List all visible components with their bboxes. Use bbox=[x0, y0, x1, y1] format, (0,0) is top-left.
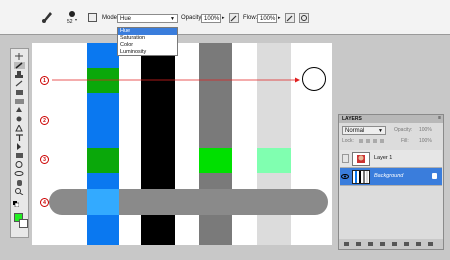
brush-panel-toggle-icon[interactable] bbox=[88, 13, 97, 22]
opacity-label: Opacity: bbox=[181, 15, 204, 21]
toolbox bbox=[10, 48, 29, 238]
fill-label: Fill: bbox=[401, 138, 409, 144]
background-color-swatch[interactable] bbox=[19, 219, 28, 228]
layers-panel: LAYERS ≡ Normal ▼ Opacity: 100% Lock: Fi… bbox=[338, 114, 444, 250]
hand-tool-icon[interactable] bbox=[14, 179, 25, 186]
mode-select-value: Hue bbox=[120, 16, 132, 22]
brush-tool-active-icon[interactable] bbox=[14, 62, 25, 69]
blend-mode-value: Normal bbox=[345, 128, 365, 134]
3d-orbit-icon[interactable] bbox=[14, 170, 25, 177]
gradient-tool-icon[interactable] bbox=[14, 98, 25, 105]
mode-option-hue[interactable]: Hue bbox=[118, 28, 177, 35]
brush-size-value: 52 bbox=[67, 19, 73, 25]
airbrush-icon[interactable] bbox=[285, 13, 295, 23]
zoom-tool-icon[interactable] bbox=[14, 188, 25, 196]
layers-panel-footer bbox=[339, 239, 443, 249]
visibility-toggle[interactable] bbox=[342, 154, 349, 163]
panel-menu-icon[interactable]: ≡ bbox=[438, 115, 441, 121]
blend-chevron-icon: ▼ bbox=[378, 128, 383, 134]
layer-thumbnail bbox=[352, 170, 370, 184]
layer-name: Background bbox=[374, 173, 404, 179]
tablet-pressure-size-icon[interactable] bbox=[299, 13, 309, 23]
mode-option-color[interactable]: Color bbox=[118, 42, 177, 49]
type-tool-icon[interactable] bbox=[14, 134, 25, 141]
blur-tool-icon[interactable] bbox=[14, 107, 25, 114]
flow-label: Flow: bbox=[243, 15, 258, 21]
chevron-down-icon: ▼ bbox=[170, 16, 175, 22]
brush-preset-picker[interactable]: 52 bbox=[66, 10, 78, 28]
shape-tool-icon[interactable] bbox=[14, 152, 25, 159]
step-marker-4: 4 bbox=[40, 198, 49, 207]
default-colors-icon[interactable] bbox=[13, 201, 20, 208]
brush-cursor-circle bbox=[302, 67, 326, 91]
lock-icons[interactable] bbox=[359, 139, 387, 144]
lock-label: Lock: bbox=[342, 138, 354, 144]
3d-rotate-icon[interactable] bbox=[14, 161, 25, 168]
eye-icon[interactable] bbox=[341, 173, 349, 180]
layer-row-background[interactable]: Background bbox=[340, 168, 442, 186]
light-blue-overlap bbox=[87, 189, 119, 215]
fill-value[interactable]: 100% bbox=[419, 137, 432, 146]
move-tool-icon[interactable] bbox=[14, 53, 25, 60]
layers-panel-title[interactable]: LAYERS bbox=[342, 116, 362, 122]
layers-opacity-label: Opacity: bbox=[394, 127, 413, 133]
step-marker-1: 1 bbox=[40, 76, 49, 85]
lock-icon bbox=[432, 173, 437, 179]
opacity-pressure-icon[interactable] bbox=[229, 13, 239, 23]
options-bar: 52 Mode: Hue ▼ Opacity: 100% ▸ Flow: 100… bbox=[0, 0, 450, 35]
flow-input[interactable]: 100% bbox=[257, 14, 277, 23]
eraser-tool-icon[interactable] bbox=[14, 89, 25, 96]
layers-panel-header: LAYERS ≡ bbox=[339, 115, 443, 123]
mode-select[interactable]: Hue ▼ bbox=[117, 14, 178, 23]
flow-value: 100% bbox=[260, 16, 276, 22]
layer-row-layer-1[interactable]: Layer 1 bbox=[340, 150, 442, 168]
opacity-chevron-icon[interactable]: ▸ bbox=[222, 15, 225, 21]
step-marker-2: 2 bbox=[40, 116, 49, 125]
layer-name: Layer 1 bbox=[374, 155, 393, 161]
path-selection-icon[interactable] bbox=[14, 143, 25, 150]
history-brush-icon[interactable] bbox=[14, 80, 25, 87]
flow-chevron-icon[interactable]: ▸ bbox=[278, 15, 281, 21]
blend-mode-select[interactable]: Normal ▼ bbox=[342, 126, 386, 135]
opacity-input[interactable]: 100% bbox=[201, 14, 221, 23]
mode-option-saturation[interactable]: Saturation bbox=[118, 35, 177, 42]
brush-tool-icon[interactable] bbox=[40, 9, 56, 23]
step-marker-3: 3 bbox=[40, 155, 49, 164]
mode-option-luminosity[interactable]: Luminosity bbox=[118, 49, 177, 56]
opacity-value: 100% bbox=[204, 16, 220, 22]
stamp-tool-icon[interactable] bbox=[14, 71, 25, 78]
mode-dropdown-list: Hue Saturation Color Luminosity bbox=[117, 27, 178, 56]
pen-tool-icon[interactable] bbox=[14, 123, 25, 132]
layer-thumbnail bbox=[352, 152, 370, 166]
layers-opacity-value[interactable]: 100% bbox=[419, 126, 432, 135]
dodge-tool-icon[interactable] bbox=[14, 116, 25, 123]
